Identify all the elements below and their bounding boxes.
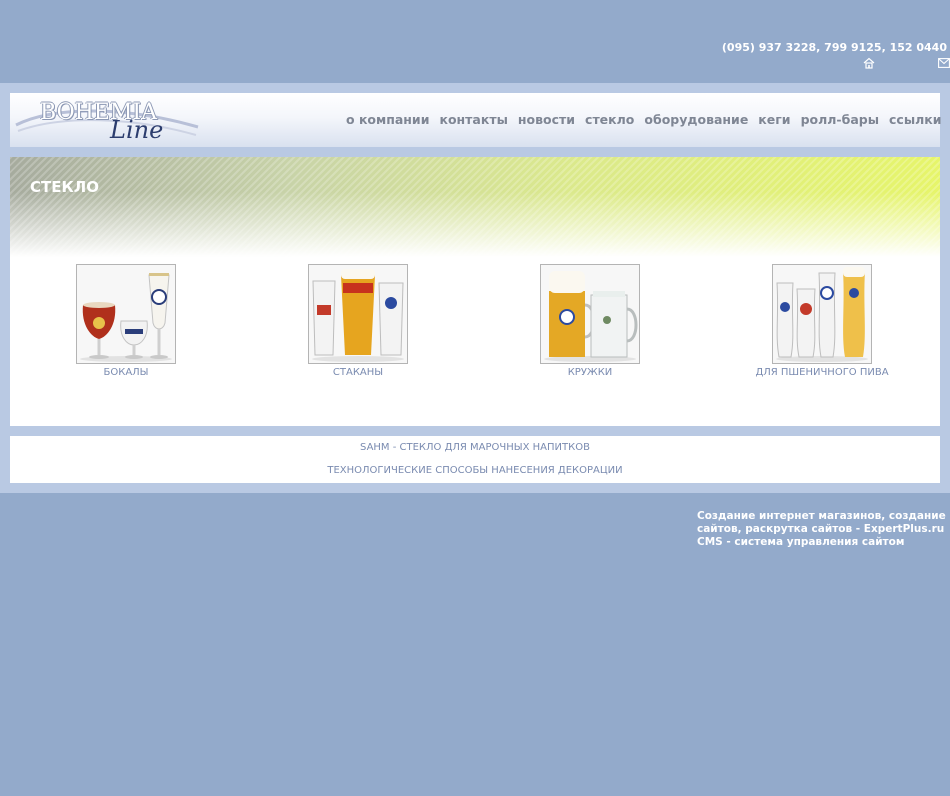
- glasses-image-icon: [309, 265, 407, 363]
- product-card: КРУЖКИ: [480, 264, 700, 378]
- footer-line: Создание интернет магазинов, создание: [697, 510, 946, 522]
- product-label-wheat-beer[interactable]: ДЛЯ ПШЕНИЧНОГО ПИВА: [712, 367, 932, 378]
- goblets-image-icon: [77, 265, 175, 363]
- mail-icon[interactable]: [938, 58, 950, 68]
- nav-item-glass[interactable]: стекло: [585, 112, 634, 130]
- product-card: СТАКАНЫ: [248, 264, 468, 378]
- nav-item-news[interactable]: новости: [518, 112, 575, 130]
- product-card: ДЛЯ ПШЕНИЧНОГО ПИВА: [712, 264, 932, 378]
- product-card: БОКАЛЫ: [16, 264, 236, 378]
- product-image-glasses[interactable]: [308, 264, 408, 364]
- mugs-image-icon: [541, 265, 639, 363]
- wheat-beer-image-icon: [773, 265, 871, 363]
- home-icon[interactable]: [863, 57, 875, 69]
- nav-item-kegs[interactable]: кеги: [758, 112, 790, 130]
- footer-credits[interactable]: Создание интернет магазинов, создание са…: [697, 510, 947, 549]
- page-title: СТЕКЛО: [30, 178, 99, 196]
- links-panel: SAHM - СТЕКЛО ДЛЯ МАРОЧНЫХ НАПИТКОВ ТЕХН…: [10, 436, 940, 483]
- nav-item-roll-bars[interactable]: ролл-бары: [801, 112, 879, 130]
- footer-line: CMS - система управления сайтом: [697, 536, 905, 548]
- banner-fade: [10, 157, 940, 257]
- link-sahm-glass[interactable]: SAHM - СТЕКЛО ДЛЯ МАРОЧНЫХ НАПИТКОВ: [10, 442, 940, 453]
- nav-item-equipment[interactable]: оборудование: [644, 112, 748, 130]
- product-label-mugs[interactable]: КРУЖКИ: [480, 367, 700, 378]
- product-image-wheat-beer[interactable]: [772, 264, 872, 364]
- phone-numbers: (095) 937 3228, 799 9125, 152 0440: [721, 41, 947, 54]
- product-label-goblets[interactable]: БОКАЛЫ: [16, 367, 236, 378]
- link-decoration-methods[interactable]: ТЕХНОЛОГИЧЕСКИЕ СПОСОБЫ НАНЕСЕНИЯ ДЕКОРА…: [10, 465, 940, 476]
- product-image-goblets[interactable]: [76, 264, 176, 364]
- product-label-glasses[interactable]: СТАКАНЫ: [248, 367, 468, 378]
- nav-item-contacts[interactable]: контакты: [439, 112, 507, 130]
- content-panel: СТЕКЛО БОКАЛЫ СТАКАНЫ КРУЖКИ ДЛЯ ПШЕНИЧН…: [10, 157, 940, 426]
- nav-item-about[interactable]: о компании: [346, 112, 429, 130]
- footer-line: сайтов, раскрутка сайтов - ExpertPlus.ru: [697, 523, 945, 535]
- nav-item-links[interactable]: ссылки: [889, 112, 942, 130]
- product-image-mugs[interactable]: [540, 264, 640, 364]
- main-nav: о компании контакты новости стекло обору…: [346, 112, 950, 130]
- logo-script[interactable]: Line: [110, 116, 163, 144]
